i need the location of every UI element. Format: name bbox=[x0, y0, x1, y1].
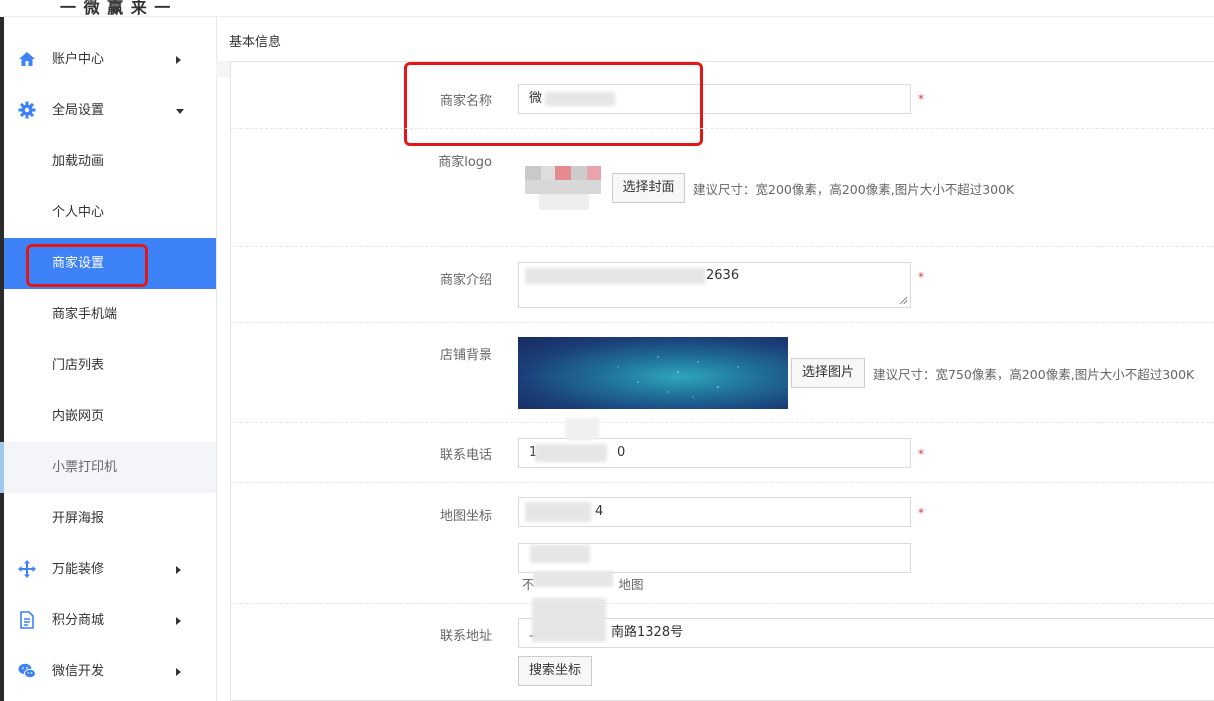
star-particles bbox=[617, 356, 739, 398]
row-separator bbox=[230, 482, 1214, 483]
required-mark: * bbox=[918, 447, 924, 461]
sidebar-item-wechat-dev[interactable]: 微信开发 bbox=[4, 646, 216, 697]
merchant-intro-label: 商家介绍 bbox=[439, 273, 492, 288]
required-mark: * bbox=[918, 92, 924, 106]
sidebar-item-splash-poster[interactable]: 开屏海报 bbox=[4, 493, 216, 544]
highlight-box-merchant-name bbox=[404, 62, 703, 146]
choose-image-button[interactable]: 选择图片 bbox=[791, 358, 865, 388]
gear-icon bbox=[18, 101, 36, 119]
merchant-logo-thumbnail bbox=[525, 166, 613, 210]
sidebar-item-label: 账户中心 bbox=[52, 52, 105, 67]
sidebar-item-global-settings[interactable]: 全局设置 bbox=[4, 85, 216, 136]
wechat-icon bbox=[18, 663, 36, 679]
address-input[interactable]: 上 南路1328号 bbox=[518, 618, 1214, 648]
app-logo: 一 微 赢 来 一 bbox=[60, 0, 172, 17]
highlight-box-merchant-settings bbox=[26, 244, 148, 287]
merchant-intro-value: 2636 bbox=[706, 268, 740, 283]
sidebar-item-personal-center[interactable]: 个人中心 bbox=[4, 187, 216, 238]
background-size-hint: 建议尺寸：宽750像素，高200像素,图片大小不超过300K bbox=[873, 367, 1195, 382]
map-coordinate-label: 地图坐标 bbox=[439, 509, 492, 524]
sidebar-item-receipt-printer[interactable]: 小票打印机 bbox=[0, 442, 216, 493]
row-separator bbox=[230, 322, 1214, 323]
redacted-blur bbox=[525, 502, 591, 522]
store-background-image bbox=[518, 337, 788, 409]
sidebar-item-universal-decoration[interactable]: 万能装修 bbox=[4, 544, 216, 595]
redacted-blur bbox=[533, 571, 613, 587]
sidebar-item-label: 小票打印机 bbox=[52, 460, 118, 475]
map-note-suffix: 地图 bbox=[618, 577, 644, 592]
sidebar-item-label: 万能装修 bbox=[52, 562, 105, 577]
map-coordinate-value: 4 bbox=[595, 504, 604, 519]
sidebar-item-embedded-page[interactable]: 内嵌网页 bbox=[4, 391, 216, 442]
redacted-blur bbox=[565, 418, 599, 440]
sidebar: 账户中心 全局设置 加载动画 个人中心 商家设置 商家手机端 门店列表 内嵌网页… bbox=[0, 17, 217, 701]
redacted-blur bbox=[532, 598, 606, 642]
phone-value-tail: 0 bbox=[617, 445, 626, 460]
sidebar-item-label: 门店列表 bbox=[52, 358, 105, 373]
top-bar: 一 微 赢 来 一 bbox=[0, 0, 1214, 17]
chevron-right-icon bbox=[176, 566, 181, 574]
sidebar-item-store-list[interactable]: 门店列表 bbox=[4, 340, 216, 391]
sidebar-item-loading-animation[interactable]: 加载动画 bbox=[4, 136, 216, 187]
phone-label: 联系电话 bbox=[439, 448, 492, 463]
redacted-blur bbox=[530, 545, 590, 563]
required-mark: * bbox=[918, 270, 924, 284]
chevron-right-icon bbox=[176, 56, 181, 64]
sidebar-item-label: 个人中心 bbox=[52, 205, 105, 220]
required-mark: * bbox=[918, 506, 924, 520]
sidebar-item-label: 全局设置 bbox=[52, 103, 105, 118]
merchant-logo-label: 商家logo bbox=[438, 155, 492, 170]
sidebar-item-points-mall[interactable]: 积分商城 bbox=[4, 595, 216, 646]
logo-size-hint: 建议尺寸：宽200像素，高200像素,图片大小不超过300K bbox=[693, 182, 1015, 197]
home-icon bbox=[19, 52, 35, 66]
sidebar-item-account-center[interactable]: 账户中心 bbox=[4, 34, 216, 85]
move-icon bbox=[18, 560, 36, 578]
chevron-right-icon bbox=[176, 668, 181, 676]
section-title: 基本信息 bbox=[229, 35, 282, 50]
sidebar-item-merchant-mobile[interactable]: 商家手机端 bbox=[4, 289, 216, 340]
sidebar-item-label: 内嵌网页 bbox=[52, 409, 105, 424]
address-label: 联系地址 bbox=[439, 629, 492, 644]
row-separator bbox=[230, 246, 1214, 247]
row-separator bbox=[230, 422, 1214, 423]
sidebar-item-label: 开屏海报 bbox=[52, 511, 105, 526]
store-background-label: 店铺背景 bbox=[439, 348, 492, 363]
row-separator bbox=[230, 128, 1214, 129]
redacted-blur bbox=[535, 444, 607, 462]
chevron-right-icon bbox=[176, 617, 181, 625]
sidebar-item-label: 微信开发 bbox=[52, 664, 105, 679]
address-value-suffix: 南路1328号 bbox=[611, 625, 684, 640]
document-icon bbox=[20, 611, 34, 629]
resize-handle-icon bbox=[899, 296, 908, 305]
choose-cover-button[interactable]: 选择封面 bbox=[612, 173, 685, 203]
chevron-down-icon bbox=[176, 109, 184, 114]
sidebar-item-label: 加载动画 bbox=[52, 154, 105, 169]
sidebar-item-label: 商家手机端 bbox=[52, 307, 118, 322]
row-separator bbox=[230, 603, 1214, 604]
redacted-blur bbox=[525, 268, 705, 284]
sidebar-item-label: 积分商城 bbox=[52, 613, 105, 628]
search-coordinate-button[interactable]: 搜索坐标 bbox=[518, 656, 592, 686]
